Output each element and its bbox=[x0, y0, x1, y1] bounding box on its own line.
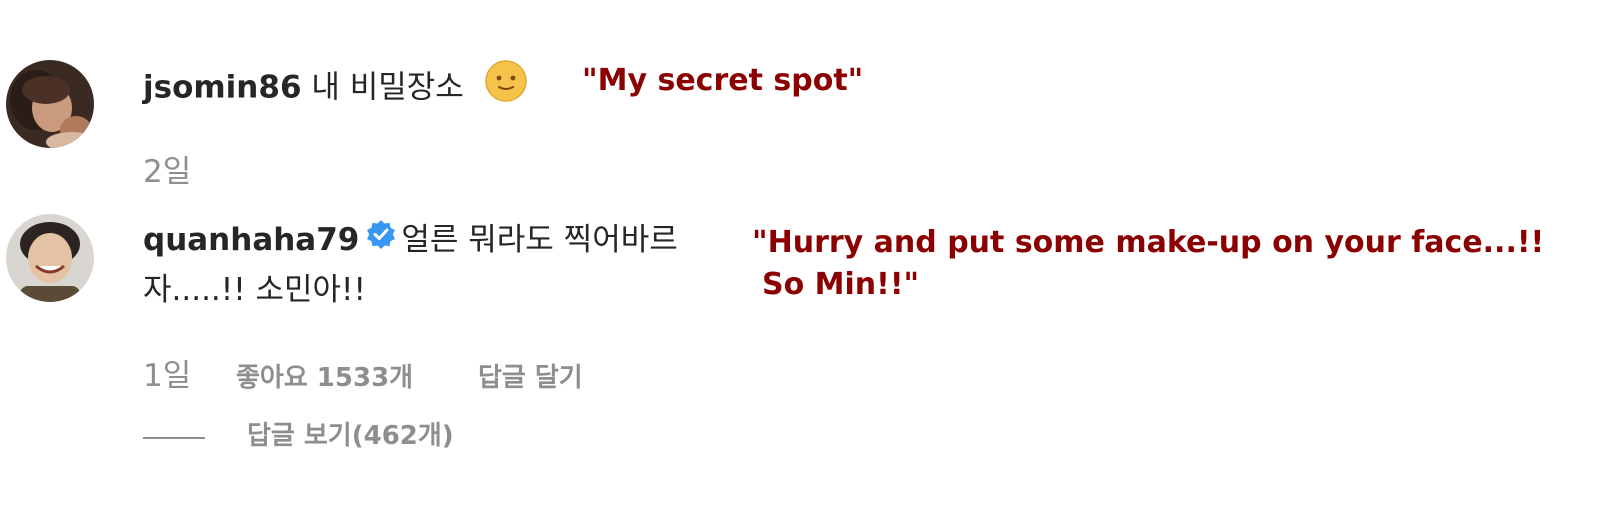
comment-text-part-2: 자.....!! 소민아!! bbox=[143, 272, 366, 308]
comment-text: 내 비밀장소 bbox=[311, 69, 464, 106]
reply-button[interactable]: 답글 달기 bbox=[478, 362, 583, 394]
translation-caption: "My secret spot" bbox=[582, 63, 864, 98]
comment-username[interactable]: jsomin86 bbox=[143, 70, 302, 106]
translation-caption-line-2: So Min!!" bbox=[762, 267, 920, 302]
comment-timestamp[interactable]: 2일 bbox=[143, 152, 191, 192]
comment-text-part-1: 얼른 뭐라도 찍어바르 bbox=[401, 222, 678, 258]
comment-timestamp[interactable]: 1일 bbox=[143, 356, 191, 396]
comment-likes-count[interactable]: 좋아요 1533개 bbox=[236, 362, 413, 394]
avatar-quanhaha79[interactable] bbox=[6, 214, 94, 302]
verified-badge-icon bbox=[365, 218, 397, 260]
replies-divider bbox=[143, 437, 205, 439]
view-replies-button[interactable]: 답글 보기(462개) bbox=[247, 420, 454, 452]
comment-2-line-1: quanhaha79 얼른 뭐라도 찍어바르 bbox=[143, 218, 678, 263]
avatar-jsomin86[interactable] bbox=[6, 60, 94, 148]
slightly-smiling-face-emoji-icon bbox=[484, 59, 528, 113]
comment-1-line: jsomin86 내 비밀장소 bbox=[143, 59, 528, 116]
translation-caption-line-1: "Hurry and put some make-up on your face… bbox=[752, 225, 1545, 260]
comment-2-line-2: 자.....!! 소민아!! bbox=[143, 270, 366, 310]
comment-username[interactable]: quanhaha79 bbox=[143, 222, 359, 258]
